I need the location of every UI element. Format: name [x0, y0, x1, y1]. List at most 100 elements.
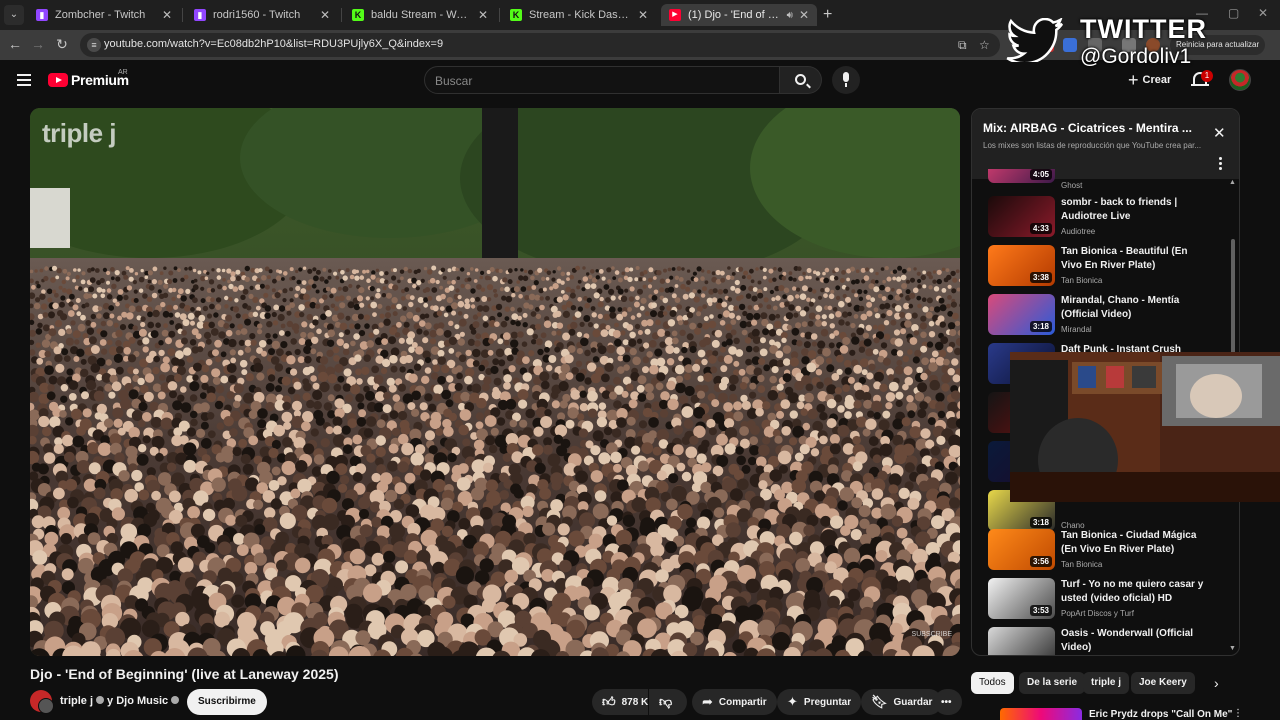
- address-bar[interactable]: ≡ youtube.com/watch?v=Ec08db2hP10&list=R…: [80, 33, 1000, 57]
- tab-search-button[interactable]: ⌄: [4, 5, 24, 25]
- reload-icon[interactable]: ↻: [53, 36, 71, 53]
- playlist-title[interactable]: Mix: AIRBAG - Cicatrices - Mentira ...: [983, 121, 1203, 135]
- more-vert-icon[interactable]: ⋮: [1233, 708, 1243, 719]
- playlist-item-thumbnail[interactable]: 4:05: [988, 169, 1055, 183]
- crowd-texture: [197, 270, 202, 275]
- crowd-texture: [199, 392, 207, 399]
- crowd-texture: [725, 522, 741, 538]
- crowd-texture: [286, 355, 296, 365]
- chip-joe-keery[interactable]: Joe Keery: [1131, 672, 1195, 694]
- subscribe-button[interactable]: Suscribirme: [187, 689, 267, 715]
- save-button[interactable]: 🔖︎ Guardar: [861, 689, 943, 715]
- collab-name[interactable]: Djo Music: [116, 695, 168, 707]
- more-actions-button[interactable]: •••: [934, 689, 962, 715]
- crowd-texture: [293, 328, 299, 334]
- playlist-item-thumbnail[interactable]: [988, 627, 1055, 655]
- channel-names[interactable]: triple jy Djo Music: [60, 695, 182, 707]
- crowd-texture: [829, 323, 835, 329]
- crowd-texture: [521, 341, 528, 347]
- crowd-texture: [510, 306, 515, 312]
- forward-icon[interactable]: →: [29, 36, 47, 52]
- playlist-item[interactable]: Oasis - Wonderwall (Official Video): [972, 627, 1230, 655]
- youtube-logo-icon[interactable]: [48, 73, 68, 87]
- crowd-texture: [489, 267, 495, 272]
- tab-3[interactable]: K Stream - Kick Dashboard ✕: [502, 4, 656, 26]
- search-input[interactable]: [435, 73, 765, 89]
- account-avatar[interactable]: [1229, 69, 1251, 91]
- close-icon[interactable]: ✕: [320, 8, 330, 22]
- channel-name[interactable]: triple j: [60, 695, 93, 707]
- dislike-button[interactable]: 👎︎: [649, 689, 687, 715]
- crowd-texture: [73, 268, 77, 272]
- video-player[interactable]: triple j SUBSCRIBE: [30, 108, 960, 656]
- playlist-item[interactable]: 3:18 Mirandal, Chano - Mentía (Official V…: [972, 294, 1230, 343]
- share-button[interactable]: ➦ Compartir: [692, 689, 777, 715]
- collab-avatar[interactable]: [38, 698, 54, 714]
- crowd-texture: [128, 389, 139, 400]
- crowd-texture: [501, 295, 507, 301]
- recommendation-title[interactable]: Eric Prydz drops "Call On Me": [1089, 709, 1232, 720]
- scroll-down-icon[interactable]: ▼: [1229, 645, 1236, 652]
- search-button[interactable]: [780, 66, 822, 94]
- crowd-texture: [264, 284, 270, 290]
- crowd-texture: [229, 349, 236, 356]
- ask-button[interactable]: ✦ Preguntar: [777, 689, 862, 715]
- chip-triple-j[interactable]: triple j: [1083, 672, 1130, 694]
- crowd-texture: [315, 269, 321, 275]
- like-button[interactable]: 👍︎ 878 K: [592, 689, 648, 715]
- crowd-texture: [172, 400, 183, 411]
- new-tab-button[interactable]: +: [823, 6, 832, 24]
- crowd-texture: [44, 531, 59, 546]
- chip-all[interactable]: Todos: [971, 672, 1014, 694]
- crowd-texture: [479, 275, 484, 280]
- playlist-scrollbar[interactable]: [1231, 239, 1235, 359]
- voice-search-button[interactable]: [832, 66, 860, 94]
- window-close-icon[interactable]: ✕: [1258, 6, 1268, 20]
- playlist-item-thumbnail[interactable]: 3:53: [988, 578, 1055, 619]
- chip-series[interactable]: De la serie: [1019, 672, 1086, 694]
- playlist-item-thumbnail[interactable]: 3:56: [988, 529, 1055, 570]
- tab-0[interactable]: ▮ Zombcher - Twitch ✕: [28, 4, 180, 26]
- crowd-texture: [300, 288, 307, 294]
- crowd-texture: [535, 313, 542, 320]
- install-icon[interactable]: ⧉: [958, 38, 967, 53]
- playlist-item-channel: Tan Bionica: [1061, 560, 1103, 569]
- close-icon[interactable]: ✕: [162, 8, 172, 22]
- playlist-item[interactable]: 3:56 Tan Bionica - Ciudad Mágica (En Vivo…: [972, 529, 1230, 578]
- crowd-texture: [839, 487, 855, 502]
- site-info-icon[interactable]: ≡: [87, 38, 101, 52]
- tab-1[interactable]: ▮ rodri1560 - Twitch ✕: [186, 4, 338, 26]
- crowd-texture: [559, 400, 568, 409]
- crowd-texture: [172, 278, 178, 283]
- menu-icon[interactable]: [17, 74, 31, 89]
- tab-4-active[interactable]: ▶ (1) Djo - 'End of Beginning 🔊︎ ✕: [661, 4, 817, 26]
- playlist-item-thumbnail[interactable]: 3:18: [988, 294, 1055, 335]
- crowd-texture: [168, 490, 181, 503]
- crowd-texture: [43, 452, 56, 464]
- crowd-texture: [522, 505, 534, 518]
- chevron-right-icon[interactable]: ›: [1214, 675, 1219, 691]
- scroll-up-icon[interactable]: ▲: [1229, 179, 1236, 186]
- recommendation-thumbnail[interactable]: [1000, 708, 1082, 720]
- crowd-texture: [681, 406, 694, 418]
- playlist-item-thumbnail[interactable]: 3:38: [988, 245, 1055, 286]
- playlist-item[interactable]: 3:53 Turf - Yo no me quiero casar y usted…: [972, 578, 1230, 627]
- speaker-icon[interactable]: 🔊︎: [787, 10, 793, 21]
- crowd-texture: [74, 339, 80, 345]
- crowd-texture: [80, 314, 86, 321]
- crowd-texture: [126, 312, 134, 320]
- crowd-texture: [90, 267, 95, 272]
- crowd-texture: [152, 309, 160, 318]
- subscribe-watermark[interactable]: SUBSCRIBE: [912, 631, 952, 638]
- bookmark-star-icon[interactable]: ☆: [979, 38, 990, 52]
- close-icon[interactable]: ✕: [1213, 124, 1226, 142]
- playlist-item-thumbnail[interactable]: 4:33: [988, 196, 1055, 237]
- close-icon[interactable]: ✕: [799, 8, 809, 22]
- playlist-item[interactable]: 3:38 Tan Bionica - Beautiful (En Vivo En …: [972, 245, 1230, 294]
- playlist-item[interactable]: 4:33 sombr - back to friends | Audiotree …: [972, 196, 1230, 245]
- crowd-texture: [845, 321, 850, 326]
- tab-2[interactable]: K baldu Stream - Watch Live on K ✕: [344, 4, 496, 26]
- back-icon[interactable]: ←: [6, 36, 24, 52]
- close-icon[interactable]: ✕: [478, 8, 488, 22]
- close-icon[interactable]: ✕: [638, 8, 648, 22]
